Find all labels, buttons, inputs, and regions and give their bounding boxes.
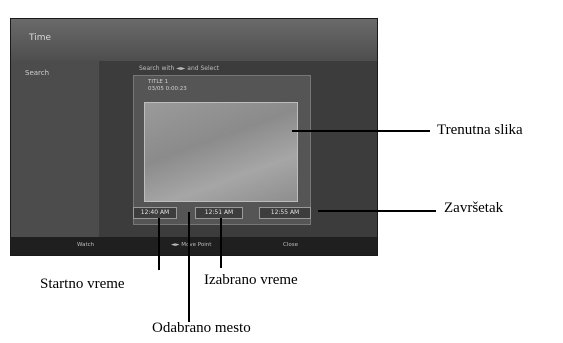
title-bar: Time [11,19,377,61]
label-selected-time: Izabrano vreme [204,272,298,288]
instruction-text: Search with ◄► and Select [139,65,219,72]
callout-line-selected-place [188,212,190,322]
sidebar: Search [11,61,99,239]
callout-line-start [158,218,160,270]
current-image-thumbnail [144,102,298,202]
callout-line-selected-time [220,218,222,268]
label-current-image: Trenutna slika [437,122,523,138]
title-name: TITLE 1 [148,79,169,85]
label-start-time: Startno vreme [40,276,125,292]
start-time-box: 12:40 AM [133,207,177,219]
hint-close: Close [283,242,298,248]
screen-mock: Time Search Search with ◄► and Select TI… [10,18,378,256]
title-info: TITLE 1 03/05 0:00:23 [148,79,187,93]
preview-panel: TITLE 1 03/05 0:00:23 [133,75,311,225]
bottom-hint-bar: Watch ◄► Move Point Close [11,237,377,255]
callout-line-end [318,210,436,212]
selected-time-box[interactable]: 12:51 AM [195,207,243,219]
screen-title: Time [29,33,52,43]
end-time-box: 12:55 AM [259,207,311,219]
sidebar-item-search[interactable]: Search [25,69,49,77]
hint-move-point: ◄► Move Point [171,242,212,248]
callout-line-current-image [292,130,430,132]
hint-watch: Watch [77,242,95,248]
title-date-time: 03/05 0:00:23 [148,86,187,92]
label-end: Završetak [444,200,504,216]
label-selected-place: Odabrano mesto [152,320,251,336]
